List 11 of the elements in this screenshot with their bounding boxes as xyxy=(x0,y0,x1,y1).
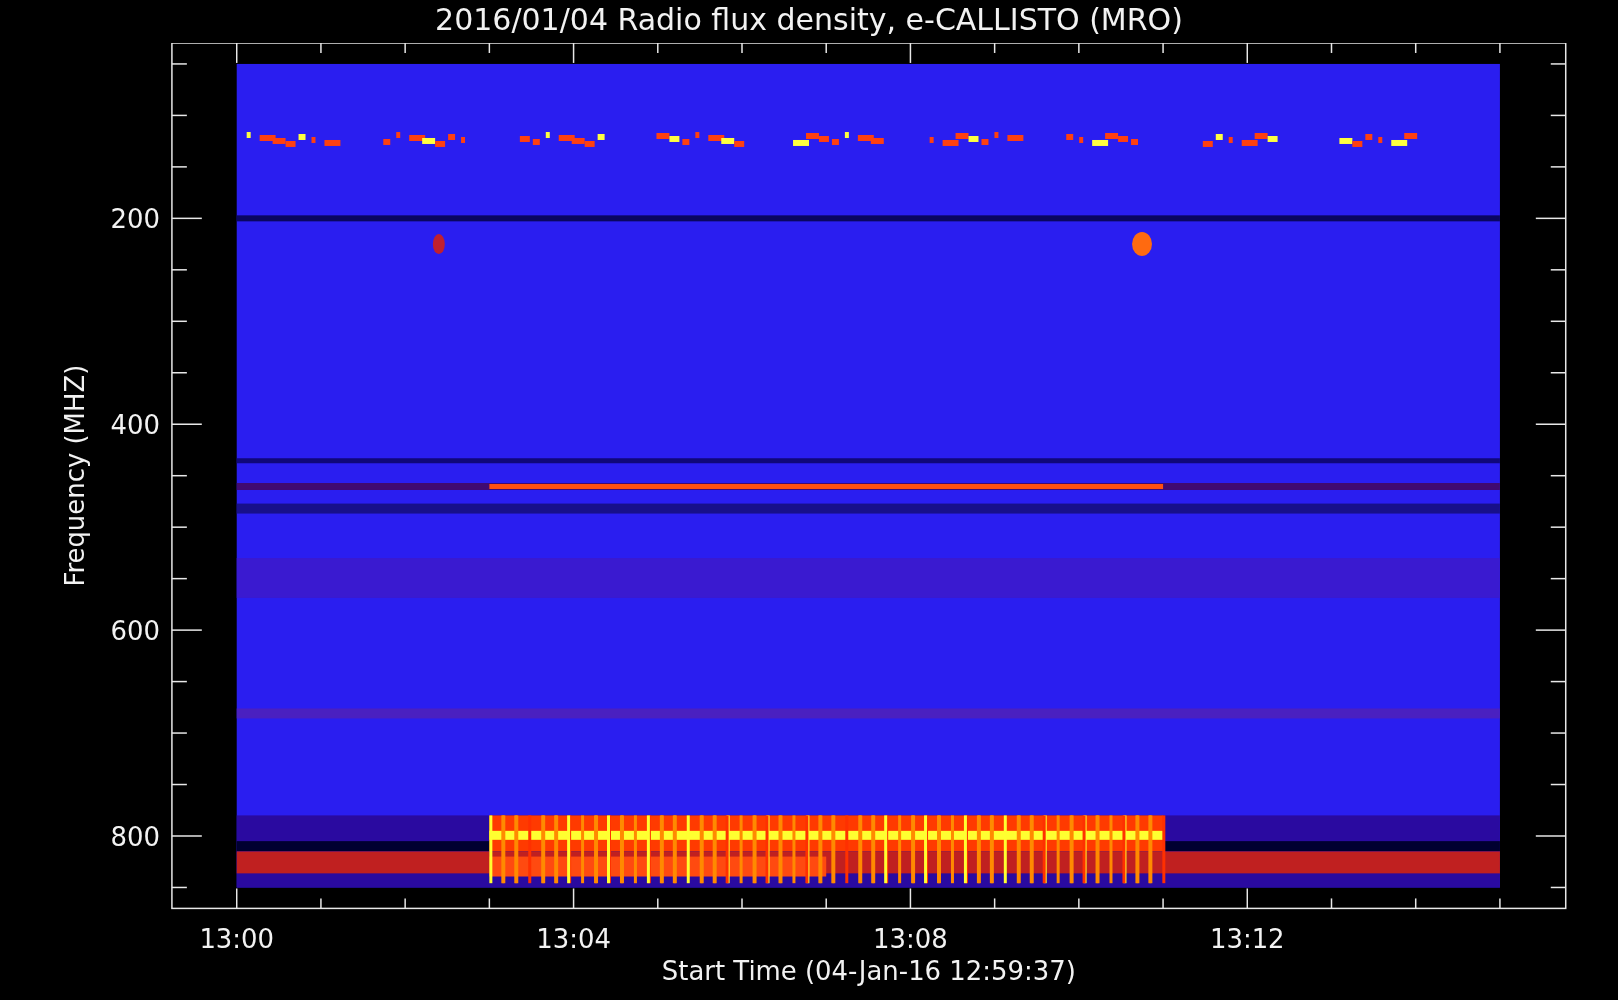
y-tick-label: 200 xyxy=(110,204,160,235)
x-tick-label: 13:12 xyxy=(1209,924,1285,955)
x-axis-label: Start Time (04-Jan-16 12:59:37) xyxy=(661,956,1076,987)
x-tick-label: 13:04 xyxy=(536,924,611,955)
y-axis-label: Frequency (MHZ) xyxy=(60,364,91,587)
x-tick-label: 13:00 xyxy=(199,924,275,955)
y-tick-label: 800 xyxy=(110,821,160,852)
plot-title: 2016/01/04 Radio flux density, e-CALLISTO (MRO) xyxy=(435,1,1183,39)
y-tick-label: 600 xyxy=(110,615,160,646)
x-tick-label: 13:08 xyxy=(873,924,948,955)
y-tick-label: 400 xyxy=(110,410,160,441)
